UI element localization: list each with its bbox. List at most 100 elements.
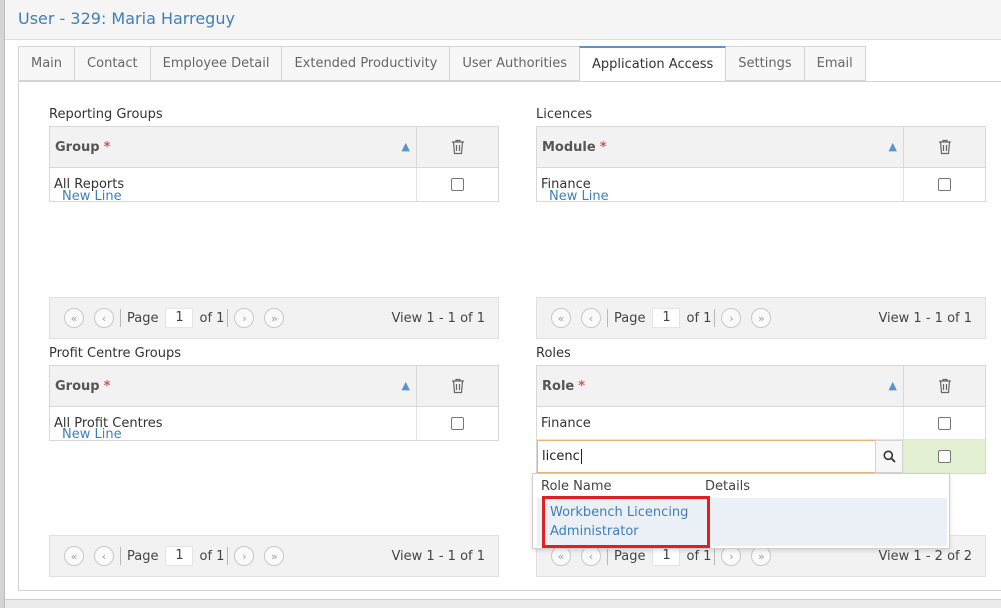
required-mark: * xyxy=(578,378,586,394)
delete-column-header[interactable] xyxy=(417,366,498,406)
delete-checkbox[interactable] xyxy=(938,178,951,191)
first-page-icon[interactable]: « xyxy=(64,308,84,328)
view-range: View 1 - 2 of 2 xyxy=(878,549,972,564)
text-cursor xyxy=(580,449,582,464)
page-input[interactable]: 1 xyxy=(652,546,681,566)
pager-divider xyxy=(120,309,121,327)
required-mark: * xyxy=(103,139,111,155)
role-cell[interactable]: Finance xyxy=(537,407,904,439)
first-page-icon[interactable]: « xyxy=(551,546,571,566)
pager-divider xyxy=(607,547,608,565)
page-input[interactable]: 1 xyxy=(652,308,681,328)
trash-icon xyxy=(938,139,951,155)
editing-row: licenc xyxy=(537,440,985,473)
pager-divider xyxy=(227,547,229,565)
prev-page-icon[interactable]: ‹ xyxy=(94,308,114,328)
role-edit-cell: licenc xyxy=(537,440,904,473)
column-header-module[interactable]: Module * ▲︎ xyxy=(537,127,904,167)
tab-employee-detail[interactable]: Employee Detail xyxy=(149,46,282,81)
page-label: Page xyxy=(127,548,159,564)
lookup-header: Role Name Details xyxy=(533,474,949,498)
page-input[interactable]: 1 xyxy=(165,546,194,566)
new-line-link[interactable]: New Line xyxy=(62,189,122,204)
pager-divider xyxy=(227,309,229,327)
page-input[interactable]: 1 xyxy=(165,308,194,328)
sort-icon[interactable]: ▲︎ xyxy=(402,140,410,153)
page-count: of 1 xyxy=(686,310,712,326)
title-bar: User - 329: Maria Harreguy xyxy=(5,0,1001,40)
page-count: of 1 xyxy=(199,548,225,564)
tab-settings[interactable]: Settings xyxy=(726,46,804,81)
delete-cell xyxy=(417,168,498,201)
profit-centre-groups-section: Profit Centre Groups Group * ▲︎ All Prof… xyxy=(49,346,499,536)
sort-icon[interactable]: ▲︎ xyxy=(889,140,897,153)
view-range: View 1 - 1 of 1 xyxy=(391,311,485,326)
prev-page-icon[interactable]: ‹ xyxy=(94,546,114,566)
delete-checkbox[interactable] xyxy=(451,417,464,430)
last-page-icon[interactable]: » xyxy=(751,546,772,566)
trash-icon xyxy=(451,378,464,394)
delete-column-header[interactable] xyxy=(904,127,985,167)
delete-column-header[interactable] xyxy=(417,127,498,167)
required-mark: * xyxy=(103,378,111,394)
next-page-icon[interactable]: › xyxy=(234,308,255,328)
delete-checkbox[interactable] xyxy=(938,450,951,463)
column-header-group[interactable]: Group * ▲︎ xyxy=(50,127,417,167)
grid-header: Group * ▲︎ xyxy=(50,366,498,407)
tab-contact[interactable]: Contact xyxy=(74,46,150,81)
pager-divider xyxy=(120,547,121,565)
new-line-link[interactable]: New Line xyxy=(549,189,609,204)
first-page-icon[interactable]: « xyxy=(551,308,571,328)
view-range: View 1 - 1 of 1 xyxy=(391,549,485,564)
sort-icon[interactable]: ▲︎ xyxy=(402,379,410,392)
lookup-search-button[interactable] xyxy=(875,440,903,473)
tab-user-authorities[interactable]: User Authorities xyxy=(449,46,580,81)
window-title: User - 329: Maria Harreguy xyxy=(18,9,235,28)
delete-column-header[interactable] xyxy=(904,366,985,406)
page-label: Page xyxy=(127,310,159,326)
last-page-icon[interactable]: » xyxy=(751,308,772,328)
column-header-group[interactable]: Group * ▲︎ xyxy=(50,366,417,406)
reporting-groups-pager: « ‹ Page 1 of 1 › » View 1 - 1 of 1 xyxy=(49,297,499,339)
delete-cell xyxy=(417,407,498,440)
next-page-icon[interactable]: › xyxy=(721,308,742,328)
tab-main[interactable]: Main xyxy=(18,46,75,81)
page-label: Page xyxy=(614,548,646,564)
tab-email[interactable]: Email xyxy=(803,46,866,81)
first-page-icon[interactable]: « xyxy=(64,546,84,566)
delete-checkbox[interactable] xyxy=(451,178,464,191)
tab-extended-productivity[interactable]: Extended Productivity xyxy=(281,46,450,81)
new-line-link[interactable]: New Line xyxy=(62,427,122,442)
grid-header: Module * ▲︎ xyxy=(537,127,985,168)
trash-icon xyxy=(938,378,951,394)
table-row[interactable]: Finance xyxy=(537,407,985,440)
column-label: Module xyxy=(542,139,596,155)
last-page-icon[interactable]: » xyxy=(264,546,285,566)
grid-header: Role * ▲︎ xyxy=(537,366,985,407)
delete-cell xyxy=(904,168,985,201)
profit-centre-groups-pager: « ‹ Page 1 of 1 › » View 1 - 1 of 1 xyxy=(49,535,499,577)
delete-cell xyxy=(904,440,985,473)
column-label: Group xyxy=(55,139,100,155)
next-page-icon[interactable]: › xyxy=(234,546,255,566)
role-search-input[interactable]: licenc xyxy=(537,440,875,473)
roles-grid: Role * ▲︎ Finance licenc xyxy=(536,365,986,474)
role-search-value: licenc xyxy=(542,449,580,464)
section-title: Licences xyxy=(536,107,593,122)
licences-pager: « ‹ Page 1 of 1 › » View 1 - 1 of 1 xyxy=(536,297,986,339)
sort-icon[interactable]: ▲︎ xyxy=(889,379,897,392)
section-title: Roles xyxy=(536,346,571,361)
next-page-icon[interactable]: › xyxy=(721,546,742,566)
prev-page-icon[interactable]: ‹ xyxy=(581,308,601,328)
page-label: Page xyxy=(614,310,646,326)
section-title: Reporting Groups xyxy=(49,107,163,122)
delete-checkbox[interactable] xyxy=(938,416,951,430)
prev-page-icon[interactable]: ‹ xyxy=(581,546,601,566)
pager-divider xyxy=(714,547,716,565)
lookup-column-role-name: Role Name xyxy=(541,478,612,494)
column-header-role[interactable]: Role * ▲︎ xyxy=(537,366,904,406)
section-title: Profit Centre Groups xyxy=(49,346,181,361)
last-page-icon[interactable]: » xyxy=(264,308,285,328)
tab-application-access[interactable]: Application Access xyxy=(579,46,727,82)
pager-divider xyxy=(714,309,716,327)
